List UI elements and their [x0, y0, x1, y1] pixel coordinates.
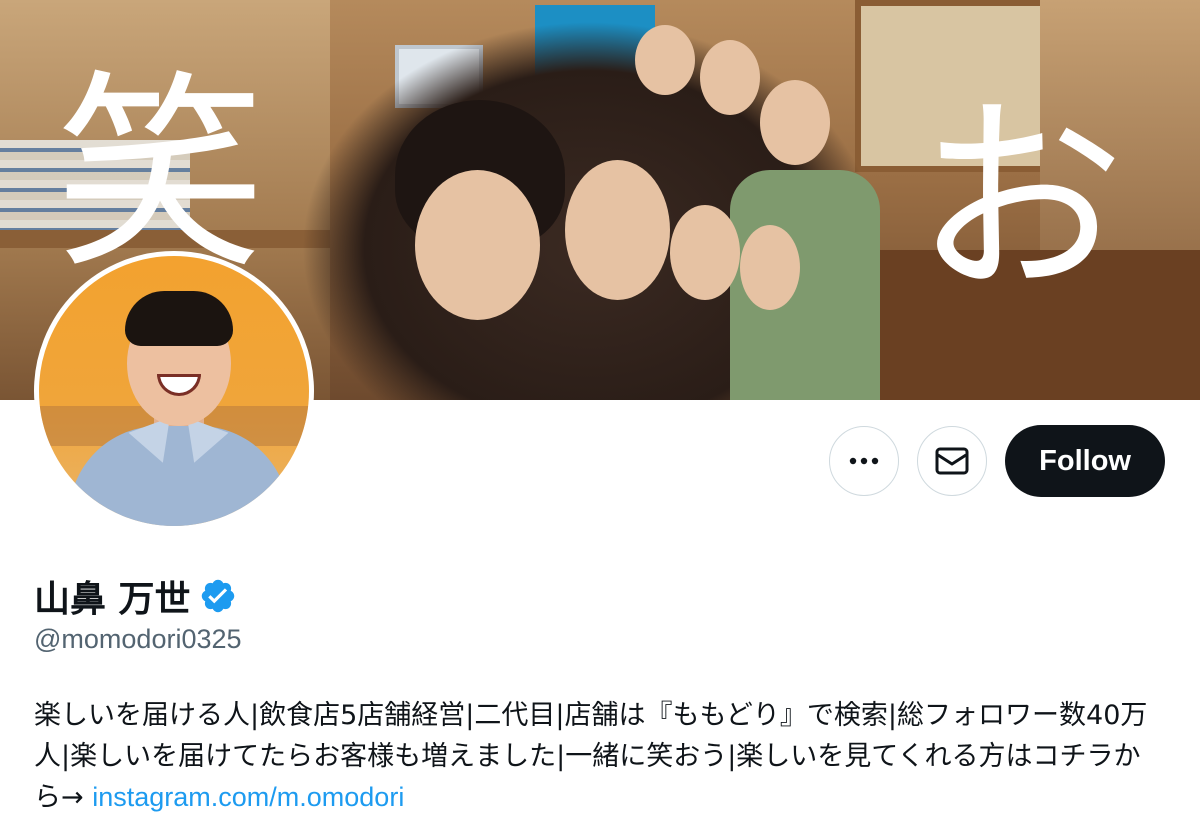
avatar[interactable] [34, 251, 314, 531]
user-handle: @momodori0325 [34, 624, 242, 654]
avatar-hair [125, 291, 233, 346]
banner-person-face [565, 160, 670, 300]
banner-overlay-char-right: お [915, 77, 1126, 322]
banner-person-face [700, 40, 760, 115]
more-horizontal-icon [849, 457, 879, 465]
follow-button[interactable]: Follow [1005, 425, 1165, 497]
banner-person-face [415, 170, 540, 320]
message-button[interactable] [917, 426, 988, 496]
display-name: 山鼻 万世 [34, 579, 191, 620]
profile-actions: Follow [829, 425, 1165, 497]
verified-badge-icon[interactable] [199, 577, 237, 615]
banner-overlay-char-left: 笑 [55, 52, 266, 297]
banner-person-face [740, 225, 800, 310]
bio-link[interactable]: instagram.com/m.omodori [92, 782, 404, 812]
profile-bio: 楽しいを届ける人|飲食店5店舗経営|二代目|店舗は『ももどり』で検索|総フォロワ… [34, 695, 1164, 818]
banner-person-face [760, 80, 830, 165]
more-button[interactable] [829, 426, 900, 496]
banner-person-face [635, 25, 695, 95]
profile-name-row: 山鼻 万世 [34, 570, 237, 622]
envelope-icon [935, 447, 969, 475]
banner-person-face [670, 205, 740, 300]
